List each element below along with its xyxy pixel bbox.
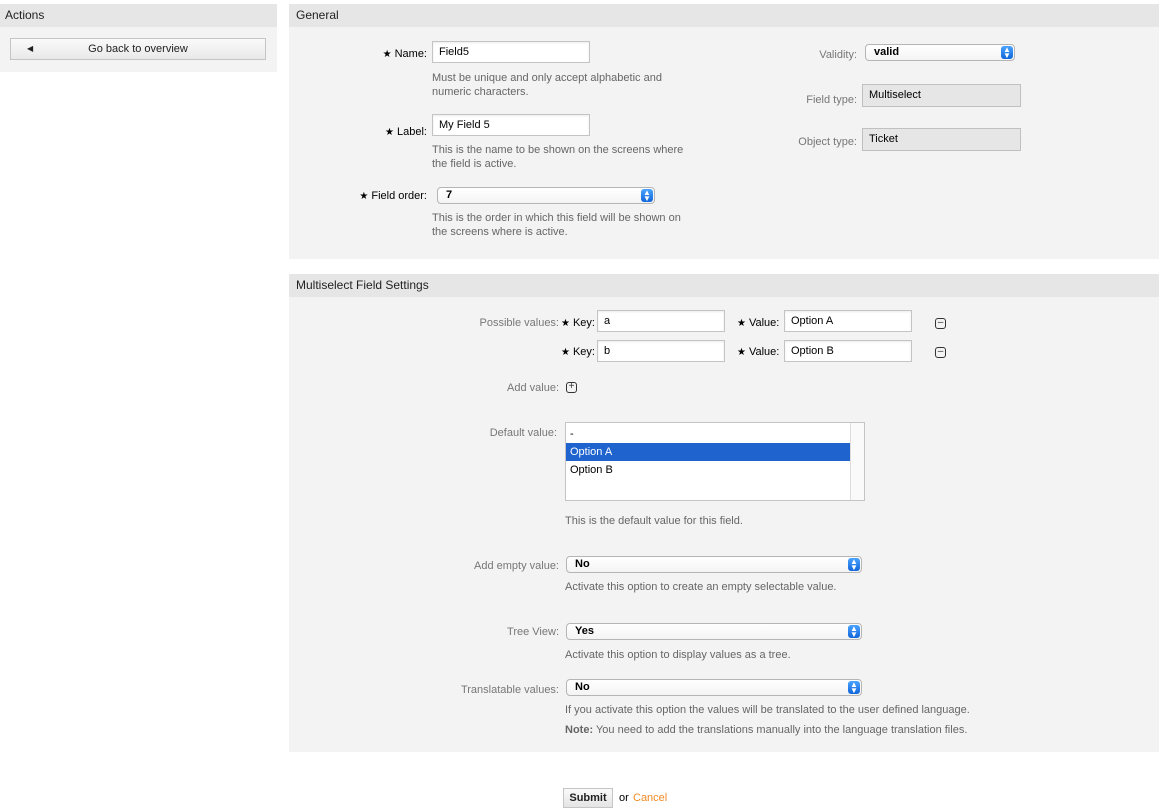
cancel-link[interactable]: Cancel [633,792,667,804]
select-arrows-icon: ▲ ▼ [848,558,860,572]
add-empty-value-hint: Activate this option to create an empty … [565,581,837,593]
object-type-label: Object type: [798,136,857,148]
submit-button[interactable]: Submit [563,788,613,808]
general-panel: General ★ Name: Field5 Must be unique and… [289,4,1159,259]
required-star-icon: ★ [737,318,746,329]
list-option[interactable]: - [566,423,864,443]
default-value-label: Default value: [489,427,557,439]
select-arrows-icon: ▲ ▼ [848,681,860,695]
required-star-icon: ★ [382,49,392,60]
required-star-icon: ★ [561,347,570,358]
footer-or: or [619,792,629,804]
validity-select[interactable]: valid ▲ ▼ [865,44,1015,61]
required-star-icon: ★ [737,347,746,358]
field-order-select[interactable]: 7 ▲ ▼ [437,187,655,204]
note-label: Note: [565,724,594,736]
tree-view-select[interactable]: Yes ▲ ▼ [566,623,862,640]
default-value-listbox[interactable]: - Option A Option B [565,422,865,501]
key-label: ★ Key: [561,346,595,358]
multiselect-settings-panel: Multiselect Field Settings Possible valu… [289,274,1159,752]
key-label: ★ Key: [561,317,595,329]
select-arrows-icon: ▲ ▼ [1001,46,1013,60]
default-value-hint: This is the default value for this field… [565,515,743,527]
key-input[interactable]: b [597,340,725,362]
sidebar-title: Actions [0,4,277,27]
list-option[interactable]: Option B [566,461,864,479]
sidebar: Actions ◀ Go back to overview [0,4,277,72]
label-hint: This is the name to be shown on the scre… [432,144,684,170]
value-label: ★ Value: [737,317,780,329]
back-arrow-icon: ◀ [27,44,34,53]
general-title: General [289,4,1159,27]
add-empty-value-label: Add empty value: [474,560,559,572]
translatable-values-label: Translatable values: [460,684,559,696]
select-arrows-icon: ▲ ▼ [848,625,860,639]
field-type-label: Field type: [806,94,857,106]
label-input[interactable]: My Field 5 [432,114,590,136]
validity-label: Validity: [819,49,857,61]
remove-value-icon[interactable]: – [935,318,946,329]
settings-title: Multiselect Field Settings [289,274,1159,297]
value-input[interactable]: Option B [784,340,912,362]
field-type-value: Multiselect [862,84,1021,107]
translatable-values-select[interactable]: No ▲ ▼ [566,679,862,696]
listbox-scrollbar[interactable] [850,423,864,500]
name-hint: Must be unique and only accept alphabeti… [432,72,662,98]
required-star-icon: ★ [561,318,570,329]
back-to-overview-label: Go back to overview [88,43,188,55]
value-input[interactable]: Option A [784,310,912,332]
add-value-label: Add value: [507,382,559,394]
add-empty-value-select[interactable]: No ▲ ▼ [566,556,862,573]
translatable-values-note: Note: You need to add the translations m… [565,724,968,736]
value-label: ★ Value: [737,346,780,358]
label-label: ★ Label: [385,126,427,138]
key-input[interactable]: a [597,310,725,332]
object-type-value: Ticket [862,128,1021,151]
back-to-overview-button[interactable]: ◀ Go back to overview [10,38,266,60]
select-arrows-icon: ▲ ▼ [641,189,653,203]
possible-values-label: Possible values: [479,317,560,329]
translatable-values-hint: If you activate this option the values w… [565,704,970,716]
field-order-label: ★ Field order: [359,190,427,202]
add-value-icon[interactable]: + [566,382,577,393]
required-star-icon: ★ [385,127,395,138]
name-input[interactable]: Field5 [432,41,590,63]
list-option-selected[interactable]: Option A [566,443,850,461]
required-star-icon: ★ [359,191,369,202]
field-order-hint: This is the order in which this field wi… [432,212,681,238]
tree-view-label: Tree View: [507,626,559,638]
tree-view-hint: Activate this option to display values a… [565,649,791,661]
name-label: ★ Name: [382,48,427,60]
remove-value-icon[interactable]: – [935,347,946,358]
